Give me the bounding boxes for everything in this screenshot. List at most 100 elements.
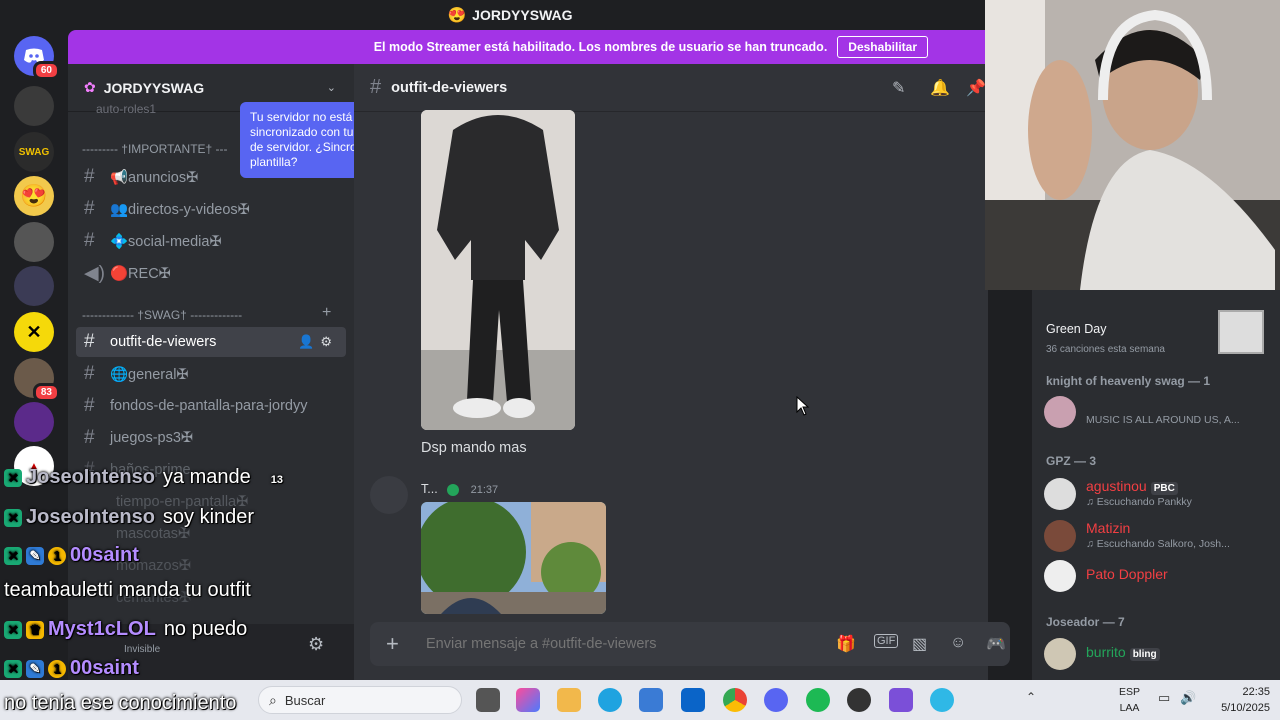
outfit-photo-2[interactable] bbox=[421, 502, 606, 614]
chrome-icon[interactable] bbox=[723, 688, 747, 712]
chat-channel-title: outfit-de-viewers bbox=[391, 79, 508, 96]
spotify-icon[interactable] bbox=[806, 688, 830, 712]
message-author[interactable]: T... 21:37 bbox=[421, 482, 498, 496]
channel-outfit-de-viewers[interactable]: # outfit-de-viewers 👤⚙ bbox=[76, 327, 346, 357]
category-importante[interactable]: --------- †IMPORTANTE† --- bbox=[82, 142, 228, 156]
channel-general[interactable]: # 🌐general✠ bbox=[76, 359, 346, 389]
sticker-icon[interactable]: ▧ bbox=[912, 634, 927, 654]
channel-momazos[interactable]: momazos✠ bbox=[108, 551, 378, 581]
member-row[interactable]: burrito bling bbox=[1044, 634, 1274, 674]
discord-icon[interactable] bbox=[764, 688, 788, 712]
clock[interactable]: 22:35 5/10/2025 bbox=[1221, 684, 1270, 716]
member-row[interactable]: MUSIC IS ALL AROUND US, A... bbox=[1044, 392, 1274, 432]
avatar bbox=[1044, 638, 1076, 670]
gif-icon[interactable]: GIF bbox=[874, 634, 899, 648]
outfit-photo[interactable] bbox=[421, 110, 575, 430]
home-unread-badge: 60 bbox=[32, 61, 60, 80]
member-name: Matizin bbox=[1086, 520, 1131, 536]
member-list: Green Day 36 canciones esta semana knigh… bbox=[1032, 290, 1280, 680]
channel-label: 🌐general✠ bbox=[110, 366, 189, 383]
pin-icon[interactable]: 📌 bbox=[966, 78, 986, 98]
network-icon[interactable]: ▭ bbox=[1158, 690, 1170, 706]
stream-chat-line: ✕ ♛ Myst1cLOL no puedo bbox=[4, 618, 247, 641]
hash-icon: # bbox=[84, 395, 95, 416]
server-icon[interactable] bbox=[14, 402, 54, 442]
category-swag[interactable]: ------------- †SWAG† ------------- bbox=[82, 308, 242, 322]
channel-juegos[interactable]: # juegos-ps3✠ bbox=[76, 423, 346, 453]
lang-layout: LAA bbox=[1119, 702, 1140, 714]
gift-icon[interactable]: 🎁 bbox=[836, 634, 856, 654]
server-unread-badge: 83 bbox=[32, 383, 60, 402]
member-row[interactable]: agustinou PBC ♫ Escuchando Pankky bbox=[1044, 474, 1274, 514]
avatar bbox=[1044, 396, 1076, 428]
add-channel-icon[interactable]: + bbox=[322, 304, 331, 322]
hash-icon: # bbox=[84, 198, 95, 219]
stream-chat-line: ✕ ✎ 1 00saint bbox=[4, 657, 139, 680]
member-status: ♫ Escuchando Pankky bbox=[1086, 496, 1192, 508]
message-text: Dsp mando mas bbox=[421, 440, 527, 456]
chevron-up-icon[interactable]: ⌃ bbox=[1026, 690, 1036, 704]
m365-icon[interactable] bbox=[516, 688, 540, 712]
message-input[interactable] bbox=[426, 636, 826, 652]
edge-icon[interactable] bbox=[598, 688, 622, 712]
chat-message: teambauletti manda tu outfit bbox=[4, 579, 251, 601]
channel-label: 👥directos-y-videos✠ bbox=[110, 201, 250, 218]
outlook-icon[interactable] bbox=[681, 688, 705, 712]
channel-fondos[interactable]: # fondos-de-pantalla-para-jordyy bbox=[76, 391, 346, 421]
folder-icon[interactable] bbox=[557, 688, 581, 712]
member-status: MUSIC IS ALL AROUND US, A... bbox=[1086, 414, 1240, 426]
search-label: Buscar bbox=[284, 692, 326, 708]
add-attachment-icon[interactable]: + bbox=[386, 631, 426, 657]
stream-chat-line: no tenia ese conocimiento bbox=[4, 692, 236, 715]
cut-channel-name: auto-roles1 bbox=[96, 102, 157, 116]
member-name: Pato Doppler bbox=[1086, 566, 1168, 582]
server-icon[interactable] bbox=[14, 222, 54, 262]
store-icon[interactable] bbox=[639, 688, 663, 712]
app-icon[interactable] bbox=[889, 688, 913, 712]
obs-icon[interactable] bbox=[847, 688, 871, 712]
member-row[interactable]: Pato Doppler bbox=[1044, 556, 1274, 596]
album-art bbox=[1218, 310, 1264, 354]
clock-time: 22:35 bbox=[1242, 686, 1270, 698]
hash-icon: # bbox=[84, 363, 95, 384]
server-icon[interactable]: 83 bbox=[14, 358, 60, 402]
taskbar-search[interactable]: ⌕ Buscar bbox=[258, 686, 462, 714]
gamepad-icon[interactable]: 🎮 bbox=[986, 634, 1006, 654]
channel-label: juegos-ps3✠ bbox=[110, 430, 194, 446]
server-name: JORDYYSWAG bbox=[103, 79, 205, 96]
streamer-webcam bbox=[985, 0, 1280, 290]
channel-rec[interactable]: ◀) 🔴REC✠ bbox=[76, 258, 346, 288]
server-icon[interactable] bbox=[14, 266, 54, 306]
channel-social-media[interactable]: # 💠social-media✠ bbox=[76, 226, 346, 256]
author-name[interactable]: T... bbox=[421, 482, 438, 496]
channel-directos[interactable]: # 👥directos-y-videos✠ bbox=[76, 194, 346, 224]
member-row[interactable]: Matizin ♫ Escuchando Salkoro, Josh... bbox=[1044, 516, 1274, 556]
stream-chat-line: ✕ JoseoIntenso soy kinder bbox=[4, 506, 254, 529]
bell-icon[interactable]: 🔔 bbox=[930, 78, 950, 98]
swag-server-icon[interactable]: SWAG bbox=[14, 132, 54, 172]
home-discord-icon[interactable]: 60 bbox=[14, 36, 60, 80]
avatar bbox=[1044, 520, 1076, 552]
member-group-header: Joseador — 7 bbox=[1046, 615, 1125, 629]
language-indicator[interactable]: ESP LAA bbox=[1119, 684, 1140, 716]
avatar bbox=[1044, 478, 1076, 510]
server-icon[interactable] bbox=[14, 86, 54, 126]
volume-icon[interactable]: 🔊 bbox=[1180, 690, 1196, 706]
member-name: burrito bling bbox=[1086, 644, 1160, 661]
chat-user: 00saint bbox=[70, 657, 139, 679]
activity-card[interactable]: Green Day 36 canciones esta semana bbox=[1046, 300, 1266, 356]
channel-settings-icons[interactable]: 👤⚙ bbox=[298, 334, 338, 350]
app-icon[interactable] bbox=[930, 688, 954, 712]
emoji-icon[interactable]: ☺ bbox=[950, 634, 966, 652]
task-view-icon[interactable] bbox=[476, 688, 500, 712]
disable-streamer-button[interactable]: Deshabilitar bbox=[837, 36, 928, 58]
chevron-down-icon[interactable]: ⌄ bbox=[327, 81, 336, 94]
emoji-server-icon[interactable]: 😍 bbox=[14, 176, 54, 216]
announcement-icon: ◀) bbox=[84, 262, 105, 284]
user-settings-gear-icon[interactable]: ⚙ bbox=[308, 634, 324, 655]
threads-icon[interactable]: ✎ bbox=[892, 78, 905, 98]
status-label: Invisible bbox=[124, 644, 161, 655]
avatar[interactable] bbox=[370, 476, 408, 514]
warning-server-icon[interactable]: ✕ bbox=[14, 312, 54, 352]
chat-message: soy kinder bbox=[162, 506, 255, 528]
